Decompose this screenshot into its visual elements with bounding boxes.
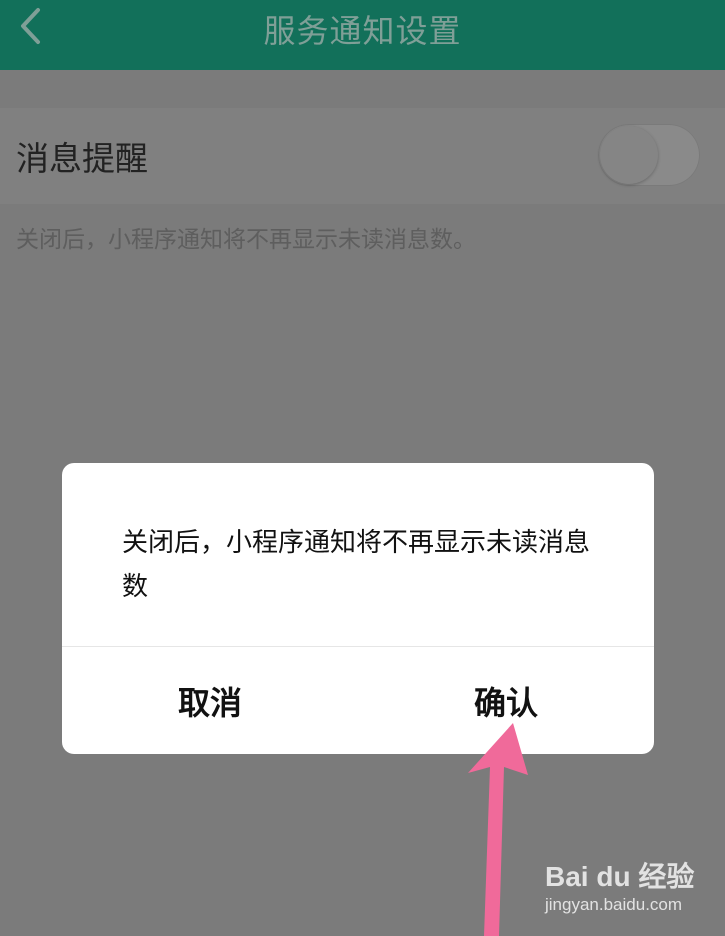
toggle-knob: [600, 126, 658, 184]
setting-label: 消息提醒: [16, 139, 148, 178]
nav-bar: 服务通知设置: [0, 0, 725, 70]
cancel-button[interactable]: 取消: [62, 647, 358, 754]
page-title: 服务通知设置: [263, 12, 462, 50]
dialog-message: 关闭后，小程序通知将不再显示未读消息数: [122, 528, 591, 602]
baidu-jingyan-watermark: Bai du 经验 jingyan.baidu.com: [545, 855, 695, 925]
watermark-url: jingyan.baidu.com: [545, 895, 683, 914]
message-reminder-toggle[interactable]: [598, 124, 700, 186]
setting-hint: 关闭后，小程序通知将不再显示未读消息数。: [16, 227, 476, 253]
watermark-brand: Bai du 经验: [545, 861, 695, 892]
annotation-arrow-icon: [468, 723, 528, 936]
confirm-dialog: 关闭后，小程序通知将不再显示未读消息数 取消 确认: [62, 463, 654, 754]
